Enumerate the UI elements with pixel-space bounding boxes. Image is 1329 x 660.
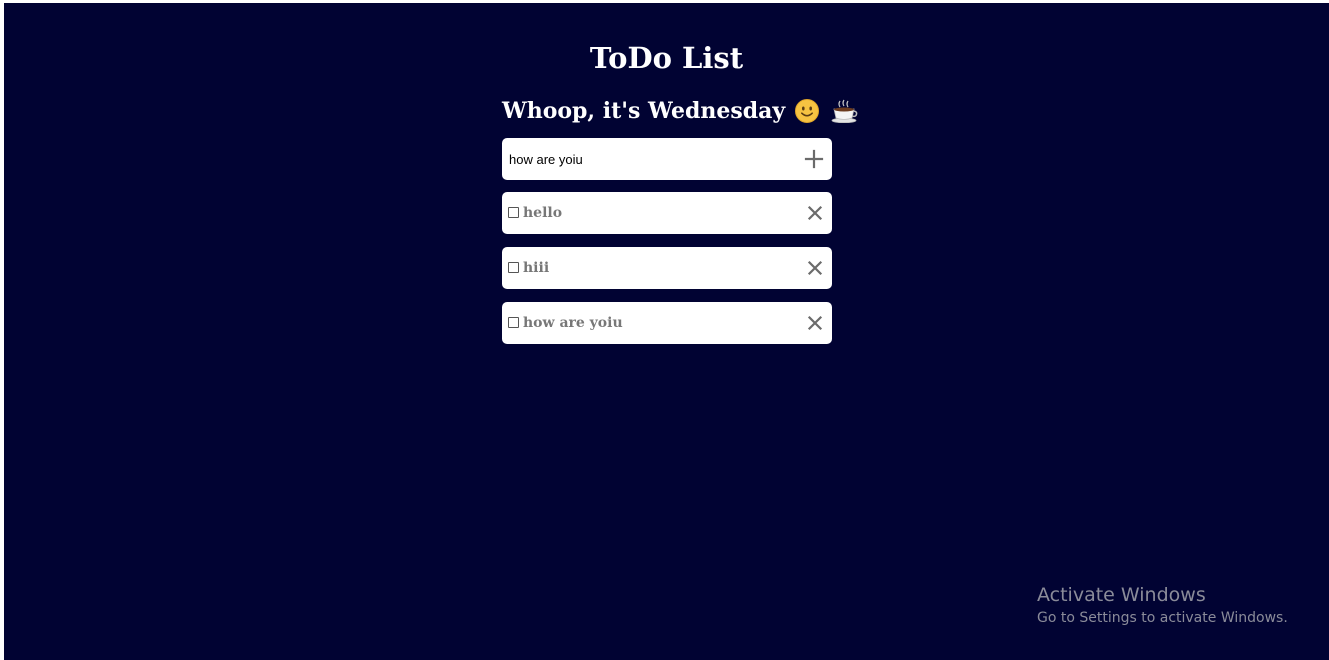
close-icon[interactable] <box>807 315 823 331</box>
new-todo-input[interactable] <box>502 138 792 180</box>
todo-checkbox[interactable] <box>508 262 519 273</box>
todo-text: how are yoiu <box>523 315 623 331</box>
close-icon[interactable] <box>807 260 823 276</box>
hot-beverage-icon <box>831 99 859 124</box>
greeting-text: Whoop, it's Wednesday <box>502 98 786 124</box>
todo-checkbox[interactable] <box>508 207 519 218</box>
activate-windows-watermark: Activate Windows Go to Settings to activ… <box>1037 583 1288 629</box>
todo-item: hello <box>502 192 832 234</box>
todo-text: hiii <box>523 260 550 276</box>
app-viewport: ToDo List Whoop, it's Wednesday how are … <box>4 3 1329 660</box>
todo-item: how are yoiu <box>502 302 832 344</box>
smiling-face-icon <box>795 99 820 123</box>
todo-checkbox[interactable] <box>508 317 519 328</box>
todo-item: hiii <box>502 247 832 289</box>
todo-text: hello <box>523 205 563 221</box>
watermark-title: Activate Windows <box>1037 584 1206 606</box>
watermark-subtitle: Go to Settings to activate Windows. <box>1037 610 1288 626</box>
day-greeting: Whoop, it's Wednesday <box>502 94 859 128</box>
plus-icon[interactable] <box>804 149 824 169</box>
page-title: ToDo List <box>589 41 744 75</box>
close-icon[interactable] <box>807 205 823 221</box>
new-todo-form <box>502 138 832 180</box>
